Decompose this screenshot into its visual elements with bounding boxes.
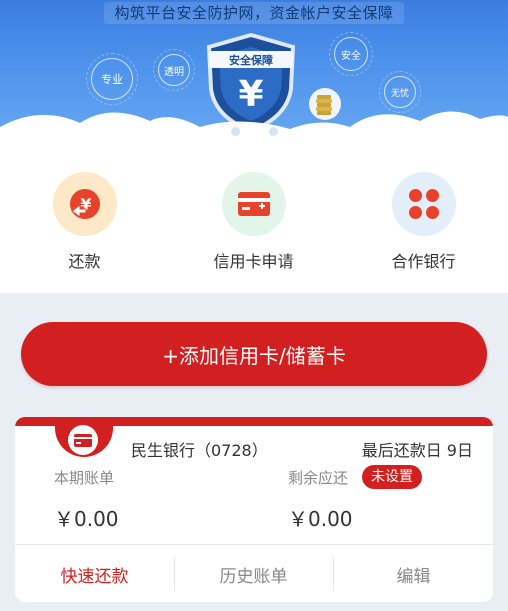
remaining-amount: ￥0.00 [288, 507, 353, 531]
security-banner[interactable]: 构筑平台安全防护网，资金帐户安全保障 专业 透明 安全 无忧 ¥ 安全保障 [0, 0, 508, 148]
quick-repay-button[interactable]: 快速还款 [15, 545, 174, 602]
banner-bubble-professional: 专业 [86, 53, 138, 105]
edit-button[interactable]: 编辑 [334, 545, 493, 602]
bill-label: 本期账单 [54, 469, 115, 487]
remaining-label: 剩余应还 [288, 469, 349, 487]
repay-icon: ¥ [52, 172, 117, 236]
bank-name: 民生银行（0728） [131, 441, 268, 460]
page-dot[interactable] [230, 127, 240, 136]
page-dot-active[interactable] [249, 127, 259, 136]
add-card-button[interactable]: +添加信用卡/储蓄卡 [21, 322, 487, 386]
page-dot[interactable] [268, 127, 278, 136]
menu-label-partner-bank: 合作银行 [391, 252, 456, 271]
shield-label: 安全保障 [229, 54, 273, 67]
remaining-status-badge[interactable]: 未设置 [362, 465, 422, 489]
banner-page-indicator [0, 121, 508, 140]
menu-item-partner-bank[interactable]: 合作银行 [339, 148, 508, 293]
banner-title: 构筑平台安全防护网，资金帐户安全保障 [0, 2, 508, 24]
menu-label-credit-card-apply: 信用卡申请 [213, 252, 294, 271]
banner-bubble-transparent: 透明 [153, 49, 195, 91]
bill-amount: ￥0.00 [54, 507, 119, 531]
bank-card[interactable]: 民生银行（0728） 最后还款日 9日 本期账单 ￥0.00 剩余应还 未设置 … [15, 417, 493, 602]
partner-bank-icon [391, 172, 456, 236]
credit-card-icon [221, 172, 286, 236]
history-bill-button[interactable]: 历史账单 [174, 545, 333, 602]
due-date: 最后还款日 9日 [361, 441, 473, 460]
quick-menu: ¥ 还款 信用卡申请 合作银行 [0, 148, 508, 293]
menu-label-repay: 还款 [68, 252, 101, 271]
banner-bubble-safe: 安全 [329, 32, 373, 76]
card-actions: 快速还款 历史账单 编辑 [15, 544, 493, 602]
menu-item-repay[interactable]: ¥ 还款 [0, 148, 169, 293]
menu-item-credit-card-apply[interactable]: 信用卡申请 [169, 148, 338, 293]
bank-card-icon [68, 425, 98, 455]
